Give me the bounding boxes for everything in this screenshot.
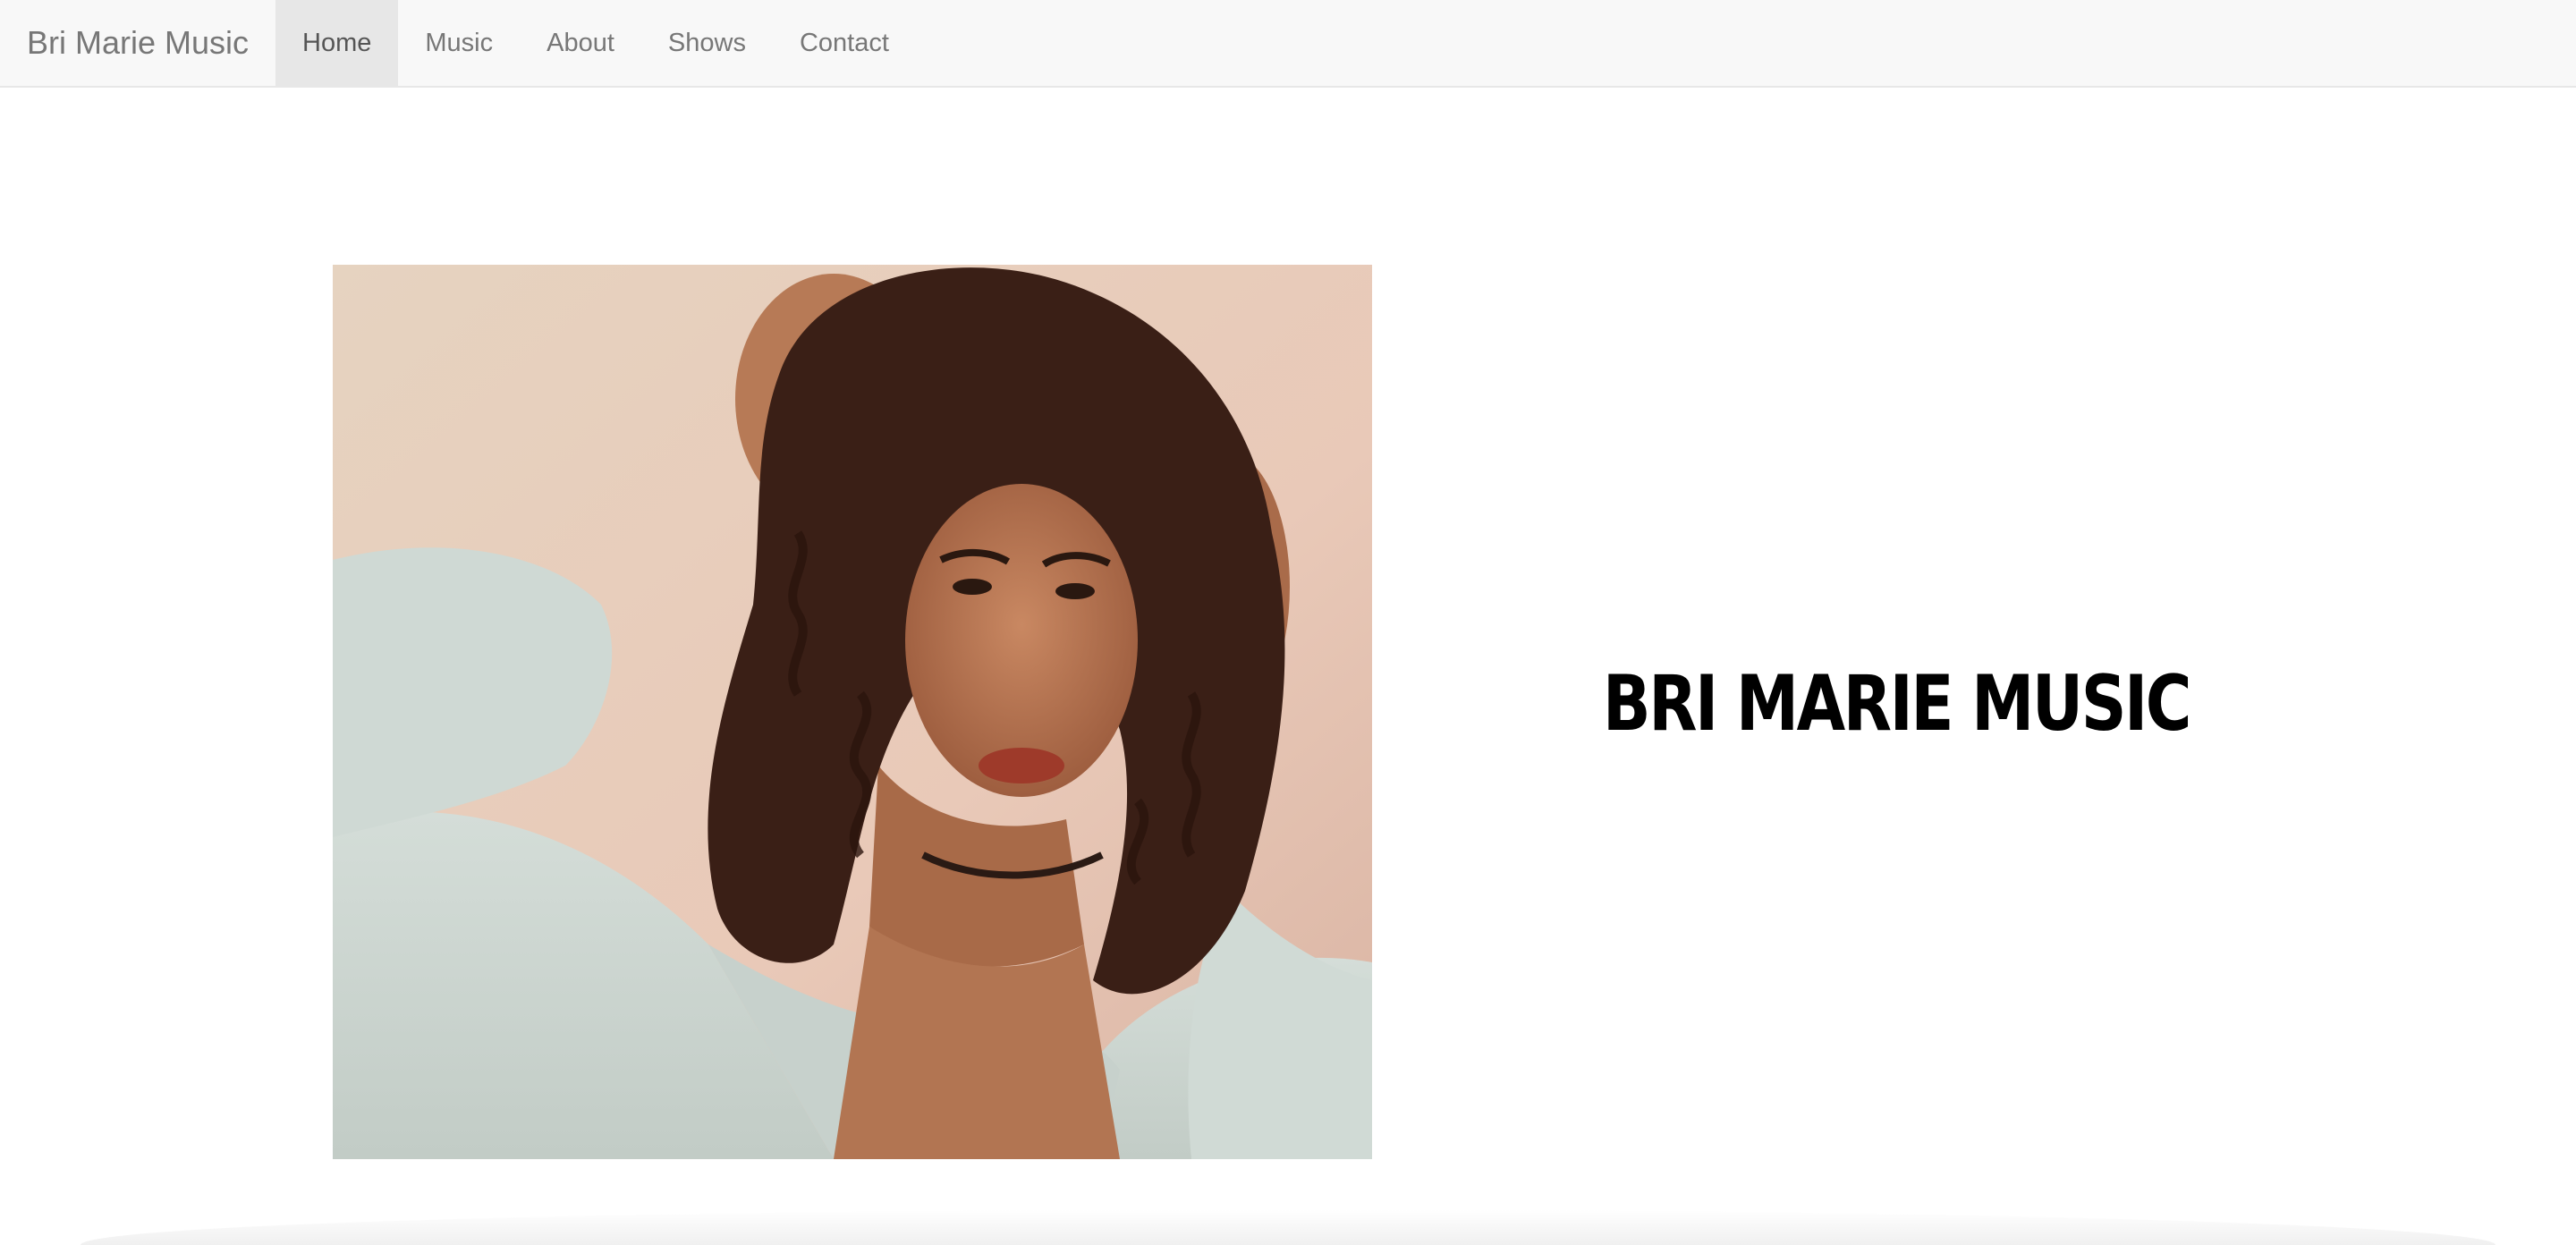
nav-item-about[interactable]: About <box>520 0 641 86</box>
nav-item-home[interactable]: Home <box>275 0 399 86</box>
nav-item-contact[interactable]: Contact <box>773 0 916 86</box>
nav-menu: Home Music About Shows Contact <box>275 0 916 86</box>
nav-item-music[interactable]: Music <box>398 0 520 86</box>
brand-link[interactable]: Bri Marie Music <box>0 0 275 86</box>
nav-item-shows[interactable]: Shows <box>641 0 773 86</box>
hero-title: BRI MARIE MUSIC <box>1602 659 2192 749</box>
section-divider-shadow <box>80 1209 2496 1245</box>
top-navbar: Bri Marie Music Home Music About Shows C… <box>0 0 2576 88</box>
hero-portrait-photo <box>333 265 1372 1159</box>
